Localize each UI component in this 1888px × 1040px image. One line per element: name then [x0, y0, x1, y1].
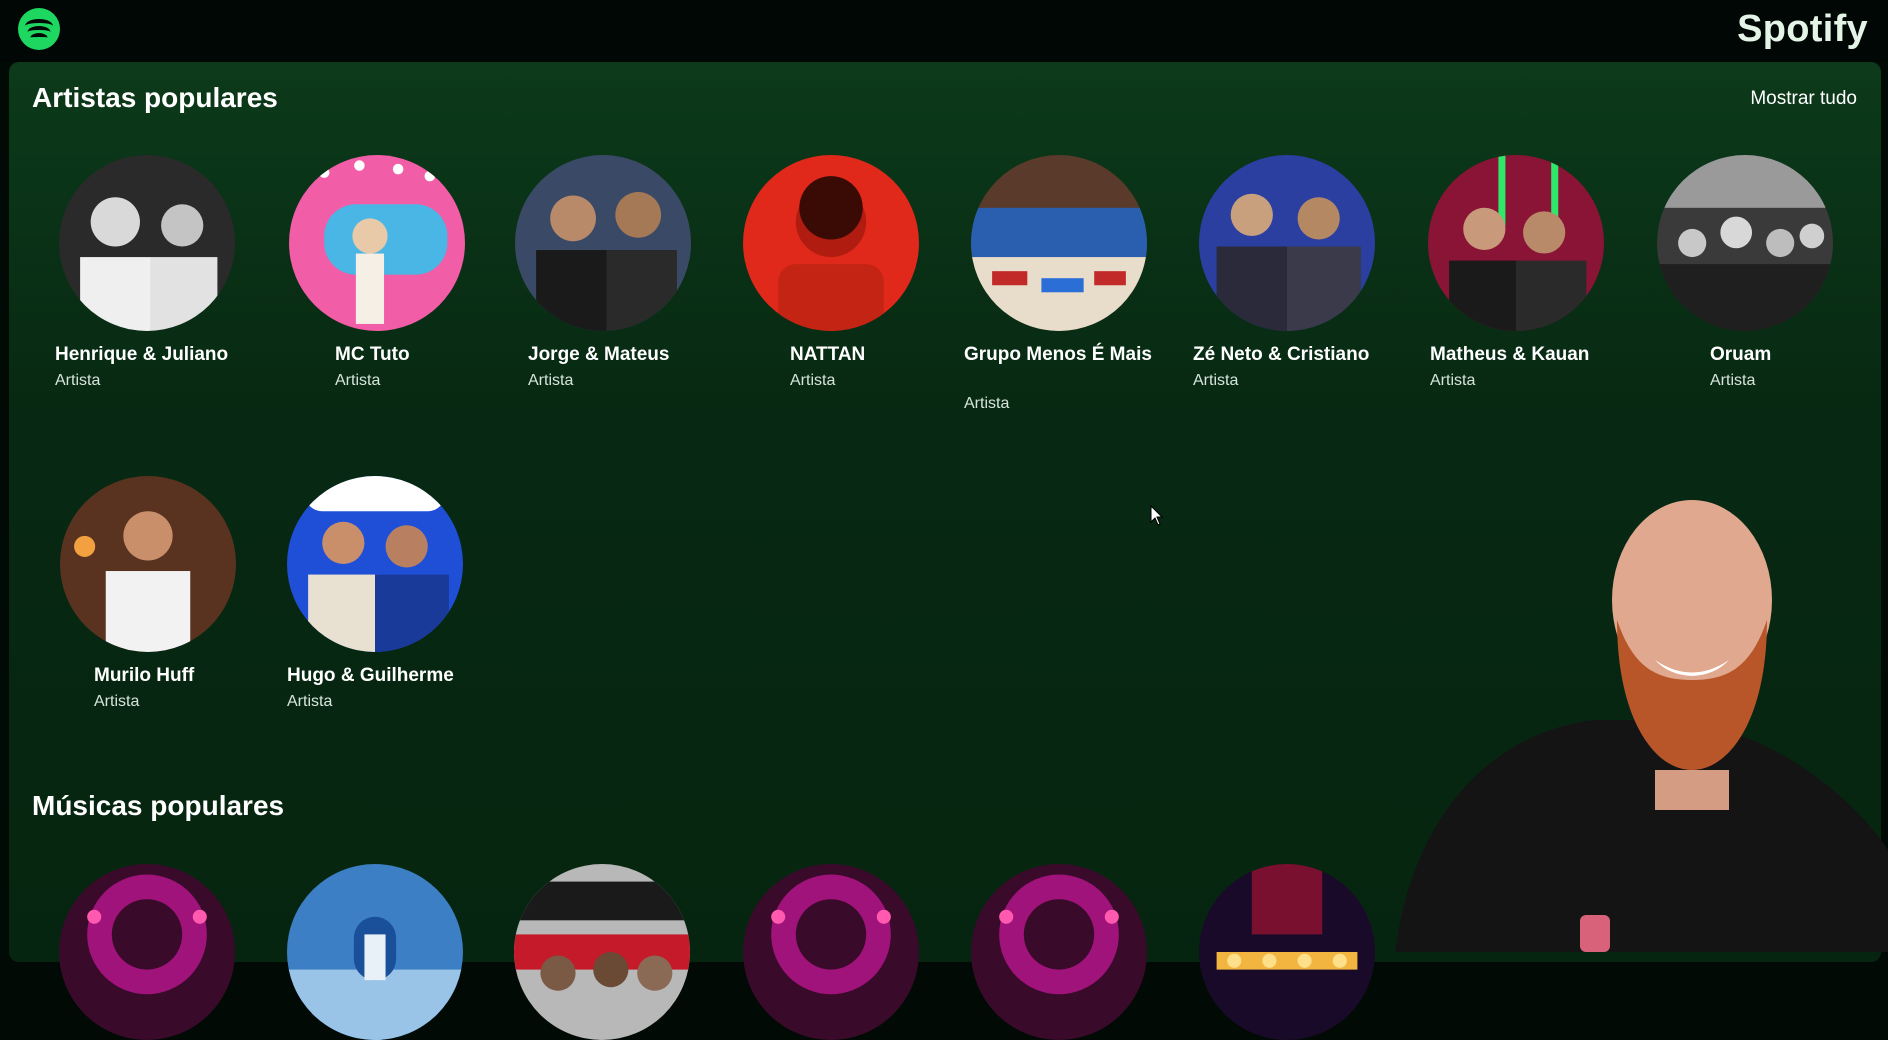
- artist-image: [60, 476, 236, 652]
- artist-type: Artista: [94, 693, 140, 710]
- song-cover[interactable]: [59, 864, 235, 1040]
- artist-name: Hugo & Guilherme: [287, 665, 454, 686]
- artist-image: [287, 476, 463, 652]
- artist-name: Grupo Menos É Mais: [964, 344, 1152, 365]
- songs-section-title: Músicas populares: [32, 790, 285, 821]
- artist-name: Jorge & Mateus: [528, 344, 670, 365]
- artist-image: [1199, 155, 1375, 331]
- main-panel: [9, 62, 1881, 962]
- song-cover[interactable]: [743, 864, 919, 1040]
- artist-image: [971, 155, 1147, 331]
- artist-name: Murilo Huff: [94, 665, 195, 686]
- artist-type: Artista: [1193, 372, 1239, 389]
- song-cover[interactable]: [514, 864, 690, 1040]
- artist-image: [289, 155, 465, 331]
- artist-type: Artista: [1430, 372, 1476, 389]
- song-cover[interactable]: [1199, 864, 1375, 1040]
- artists-section-title: Artistas populares: [32, 82, 278, 113]
- artist-image: [743, 155, 919, 331]
- artist-type: Artista: [528, 372, 574, 389]
- show-all-link[interactable]: Mostrar tudo: [1750, 88, 1857, 110]
- artist-type: Artista: [790, 372, 836, 389]
- artist-name: Zé Neto & Cristiano: [1193, 344, 1370, 365]
- artist-name: Matheus & Kauan: [1430, 344, 1590, 365]
- artist-name: Henrique & Juliano: [55, 344, 229, 365]
- artist-name: Oruam: [1710, 344, 1772, 365]
- artist-name: MC Tuto: [335, 344, 410, 365]
- brand-title: Spotify: [1737, 8, 1868, 50]
- spotify-logo-icon[interactable]: [18, 8, 60, 50]
- artist-image: [515, 155, 691, 331]
- artist-type: Artista: [1710, 372, 1756, 389]
- song-cover[interactable]: [287, 864, 463, 1040]
- artist-name: NATTAN: [790, 344, 866, 365]
- mouse-cursor-icon: [1150, 505, 1164, 526]
- top-bar: Spotify: [0, 0, 1888, 62]
- artist-image: [59, 155, 235, 331]
- artist-type: Artista: [287, 693, 333, 710]
- artist-type: Artista: [55, 372, 101, 389]
- artist-image: [1428, 155, 1604, 331]
- artist-type: Artista: [964, 395, 1010, 412]
- artist-type: Artista: [335, 372, 381, 389]
- artist-image: [1657, 155, 1833, 331]
- song-cover[interactable]: [971, 864, 1147, 1040]
